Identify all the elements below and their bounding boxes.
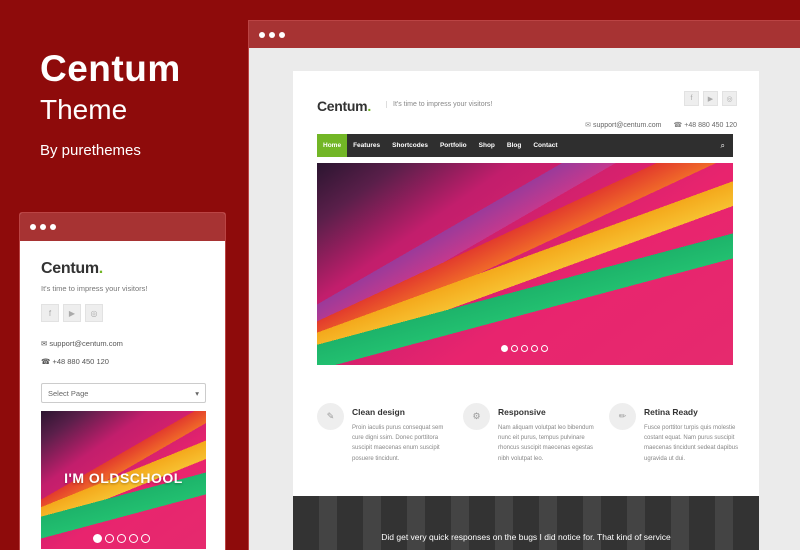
youtube-icon[interactable]: ▶ (63, 304, 81, 322)
mobile-logo[interactable]: Centum. (41, 260, 103, 278)
mobile-tagline: It's time to impress your visitors! (41, 284, 148, 293)
envelope-icon: ✉ (41, 339, 48, 348)
feature-responsive: ⚙ Responsive Nam aliquam volutpat leo bi… (463, 403, 597, 464)
promo-byline: By purethemes (40, 142, 141, 159)
desktop-social-icons: f ▶ ◎ (684, 91, 737, 106)
mobile-hero-slider: I'M OLDSCHOOL (41, 411, 206, 549)
desktop-hero-slider (317, 163, 733, 365)
facebook-icon[interactable]: f (41, 304, 59, 322)
promo-title: Centum (40, 48, 181, 89)
promo: Centum Theme By purethemes (40, 48, 181, 159)
nav-item-blog[interactable]: Blog (501, 134, 527, 157)
window-dot-icon (279, 31, 285, 38)
window-dot-icon (259, 31, 265, 38)
select-page-dropdown[interactable]: Select Page ▾ (41, 383, 206, 403)
nav-item-contact[interactable]: Contact (527, 134, 563, 157)
promo-subtitle: Theme (40, 94, 128, 125)
slider-dot[interactable] (117, 534, 126, 543)
slider-pagination (93, 534, 150, 543)
slider-dot[interactable] (521, 345, 528, 352)
mobile-email-row: ✉ support@centum.com (41, 339, 123, 348)
phone-icon: ☎ (41, 357, 51, 366)
search-icon[interactable]: ⌕ (721, 134, 725, 157)
nav-item-home[interactable]: Home (317, 134, 348, 157)
slider-pagination (501, 345, 548, 352)
nav-item-shortcodes[interactable]: Shortcodes (386, 134, 434, 157)
mobile-window-bar (20, 213, 225, 241)
feature-title: Responsive (498, 407, 546, 417)
features-row: ✎ Clean design Proin iaculis purus conse… (317, 403, 747, 464)
pencil-icon: ✏ (609, 403, 636, 430)
mobile-phone-row: ☎ +48 880 450 120 (41, 357, 109, 366)
nav-item-shop[interactable]: Shop (473, 134, 501, 157)
feature-desc: Nam aliquam volutpat leo bibendum nunc e… (498, 425, 594, 462)
chevron-down-icon: ▾ (195, 388, 199, 398)
feature-desc: Proin iaculis purus consequat sem cure d… (352, 425, 444, 462)
desktop-contact: ✉ support@centum.com ☎ +48 880 450 120 (585, 121, 737, 129)
mobile-email[interactable]: support@centum.com (49, 339, 122, 348)
youtube-icon[interactable]: ▶ (703, 91, 718, 106)
slider-dot[interactable] (511, 345, 518, 352)
slider-caption: I'M OLDSCHOOL (64, 470, 183, 486)
window-dot-icon (269, 31, 275, 38)
slider-dot[interactable] (129, 534, 138, 543)
window-dot-icon (30, 224, 36, 230)
testimonial-quote: Did get very quick responses on the bugs… (381, 532, 671, 542)
slider-dot[interactable] (141, 534, 150, 543)
feature-desc: Fusce porttitor turpis quis molestie cos… (644, 425, 739, 462)
window-dot-icon (40, 224, 46, 230)
envelope-icon: ✉ (585, 122, 591, 129)
feature-title: Clean design (352, 407, 405, 417)
gears-icon: ⚙ (463, 403, 490, 430)
slider-dot[interactable] (105, 534, 114, 543)
slider-dot[interactable] (93, 534, 102, 543)
mobile-social-icons: f ▶ ◎ (41, 304, 103, 322)
feature-clean-design: ✎ Clean design Proin iaculis purus conse… (317, 403, 451, 464)
desktop-page: Centum. It's time to impress your visito… (293, 71, 759, 550)
feature-retina-ready: ✏ Retina Ready Fusce porttitor turpis qu… (609, 403, 743, 464)
desktop-phone: +48 880 450 120 (684, 122, 737, 129)
nav-item-features[interactable]: Features (347, 134, 386, 157)
slider-dot[interactable] (541, 345, 548, 352)
desktop-tagline: It's time to impress your visitors! (386, 101, 492, 108)
window-dot-icon (50, 224, 56, 230)
feature-title: Retina Ready (644, 407, 698, 417)
mobile-preview-window: Centum. It's time to impress your visito… (19, 212, 226, 550)
nav-item-portfolio[interactable]: Portfolio (434, 134, 473, 157)
select-page-value: Select Page (48, 388, 89, 398)
dribbble-icon[interactable]: ◎ (85, 304, 103, 322)
desktop-preview-window: Centum. It's time to impress your visito… (248, 20, 800, 550)
slider-dot[interactable] (501, 345, 508, 352)
slider-dot[interactable] (531, 345, 538, 352)
brush-icon: ✎ (317, 403, 344, 430)
desktop-window-bar (249, 21, 800, 48)
desktop-logo[interactable]: Centum. (317, 98, 371, 114)
desktop-nav: Home Features Shortcodes Portfolio Shop … (317, 134, 733, 157)
phone-icon: ☎ (673, 122, 683, 129)
testimonial-band: Did get very quick responses on the bugs… (293, 496, 759, 550)
mobile-phone: +48 880 450 120 (52, 357, 109, 366)
desktop-email[interactable]: support@centum.com (593, 122, 662, 129)
dribbble-icon[interactable]: ◎ (722, 91, 737, 106)
facebook-icon[interactable]: f (684, 91, 699, 106)
